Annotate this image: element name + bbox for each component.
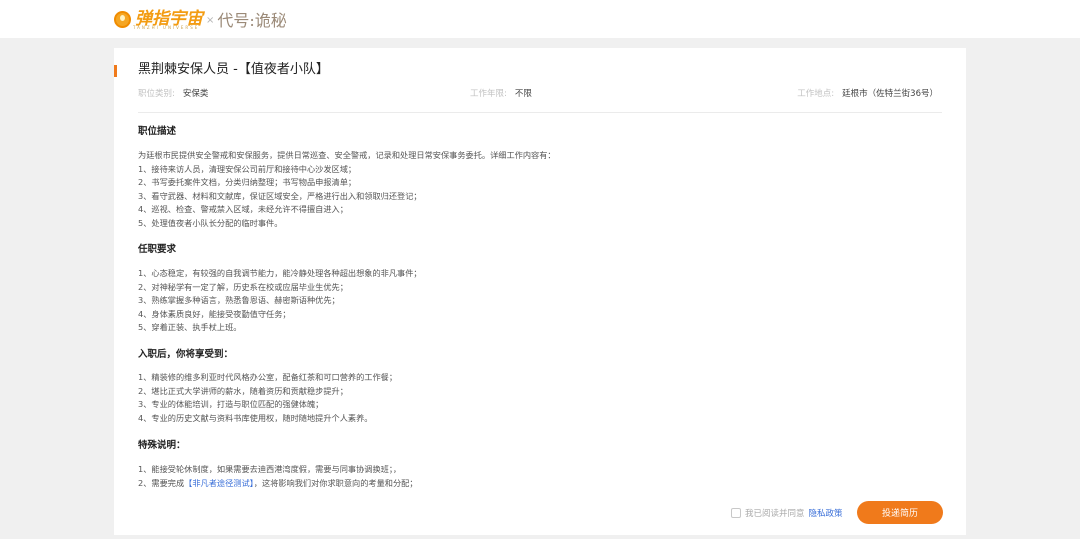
meta-label: 职位类别: xyxy=(138,89,175,99)
pathway-test-link[interactable]: 【非凡者途径测试】 xyxy=(184,478,254,488)
agree-text: 我已阅读并同意 xyxy=(745,509,805,519)
list-item: 4、身体素质良好，能接受夜勤值守任务； xyxy=(138,308,291,319)
list-item: 1、接待来访人员，清理安保公司前厅和接待中心沙发区域； xyxy=(138,163,357,174)
list-item: 5、穿着正装、执手杖上班。 xyxy=(138,322,242,332)
notes-list: 1、能接受轮休制度，如果需要去迪西港湾度假，需要与同事协调换班；， 2、需要完成… xyxy=(138,463,838,490)
meta-value: 不限 xyxy=(514,89,532,99)
list-item: 1、精装修的维多利亚时代风格办公室，配备红茶和可口营养的工作餐； xyxy=(138,372,398,382)
list-item: 为廷根市民提供安全警戒和安保服务，提供日常巡查、安全警戒，记录和处理日常安保事务… xyxy=(138,150,556,160)
section-title-description: 职位描述 xyxy=(138,126,177,137)
section-title-requirements: 任职要求 xyxy=(138,244,177,255)
section-title-notes: 特殊说明： xyxy=(138,440,186,451)
list-item: 2、堪比正式大学讲师的薪水，随着资历和贡献稳步提升； xyxy=(138,385,348,396)
meta-label: 工作年限: xyxy=(470,89,507,99)
list-item: 3、熟练掌握多种语言，熟悉鲁恩语、赫密斯语种优先； xyxy=(138,295,340,305)
agree-checkbox[interactable] xyxy=(731,508,741,518)
meta-value: 安保类 xyxy=(182,89,209,99)
privacy-policy-link[interactable]: 隐私政策 xyxy=(809,507,843,519)
game-title: 代号:诡秘 xyxy=(217,11,287,30)
privacy-agreement: 我已阅读并同意 隐私政策 xyxy=(731,507,843,519)
meta-label: 工作地点: xyxy=(797,89,835,99)
logo-separator: × xyxy=(206,14,215,26)
meta-value: 廷根市（佐特兰街36号） xyxy=(842,89,938,99)
job-title: 黑荆棘安保人员 -【值夜者小队】 xyxy=(138,62,329,77)
requirements-list: 1、心态稳定，有较强的自我调节能力，能冷静处理各种超出想象的非凡事件； 2、对神… xyxy=(138,267,838,335)
list-item: 2、对神秘学有一定了解，历史系在校或应届毕业生优先； xyxy=(138,281,348,292)
note-text: ，这将影响我们对你求职意向的考量和分配； xyxy=(253,477,418,488)
benefits-list: 1、精装修的维多利亚时代风格办公室，配备红茶和可口营养的工作餐； 2、堪比正式大… xyxy=(138,371,838,425)
list-item: 3、看守武器、材料和文献库，保证区域安全，严格进行出入和领取归还登记； xyxy=(138,190,422,201)
list-item: 5、处理值夜者小队长分配的临时事件。 xyxy=(138,217,283,228)
meta-category: 职位类别: 安保类 xyxy=(138,88,208,100)
list-item: 2、书写委托案件文档，分类归纳整理；书写物品申报清单； xyxy=(138,177,357,187)
brand-logo[interactable]: 弹指宇宙 × 代号:诡秘 xyxy=(114,0,287,38)
description-list: 为廷根市民提供安全警戒和安保服务，提供日常巡查、安全警戒，记录和处理日常安保事务… xyxy=(138,149,838,230)
submit-resume-button[interactable]: 投递简历 xyxy=(857,501,943,524)
top-bar: 弹指宇宙 × 代号:诡秘 TANZHI UNIVERSE xyxy=(0,0,1080,38)
list-item: 1、能接受轮休制度，如果需要去迪西港湾度假，需要与同事协调换班；， xyxy=(138,464,402,474)
list-item: 1、心态稳定，有较强的自我调节能力，能冷静处理各种超出想象的非凡事件； xyxy=(138,268,422,278)
logo-subtext: TANZHI UNIVERSE xyxy=(133,25,200,30)
list-item: 4、巡视、检查、警戒禁入区域，未经允许不得擅自进入； xyxy=(138,204,348,214)
meta-location: 工作地点: 廷根市（佐特兰街36号） xyxy=(797,88,938,100)
list-item: 4、专业的历史文献与资料书库使用权，随时随地提升个人素养。 xyxy=(138,412,373,423)
section-title-benefits: 入职后，你将享受到： xyxy=(138,349,234,360)
list-item: 3、专业的体能培训，打造与职位匹配的强健体魄； xyxy=(138,399,324,409)
list-item: 2、需要完成【非凡者途径测试】，这将影响我们对你求职意向的考量和分配； xyxy=(138,477,838,491)
meta-experience: 工作年限: 不限 xyxy=(470,88,532,100)
title-accent-bar xyxy=(114,65,117,77)
divider xyxy=(138,112,942,113)
job-detail-card: 黑荆棘安保人员 -【值夜者小队】 职位类别: 安保类 工作年限: 不限 工作地点: 廷… xyxy=(114,48,966,535)
logo-icon xyxy=(114,10,131,28)
note-text: 2、需要完成 xyxy=(138,477,185,488)
